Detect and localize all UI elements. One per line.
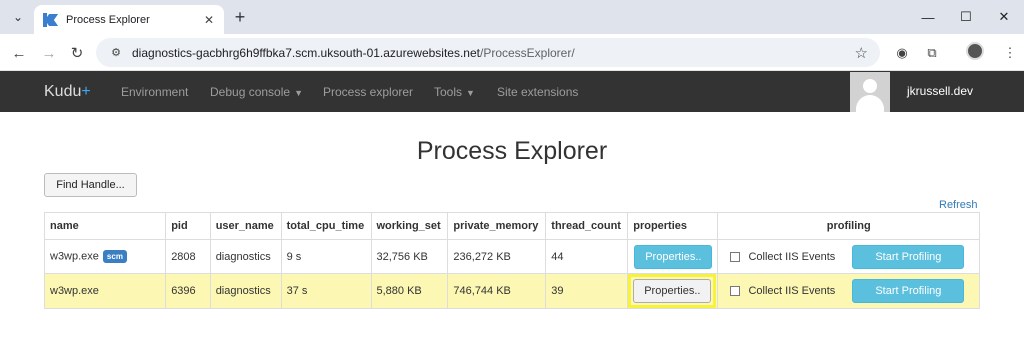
column-header: thread_count xyxy=(545,212,629,240)
page-title: Process Explorer xyxy=(416,137,608,165)
thread-count-cell: 44 xyxy=(545,239,629,274)
browser-tab[interactable]: Process Explorer ✕ xyxy=(34,5,224,34)
forward-icon[interactable]: → xyxy=(38,42,60,64)
bookmark-star-icon[interactable]: ☆ xyxy=(855,44,868,62)
nav-tools[interactable]: Tools ▼ xyxy=(434,85,475,99)
browser-tab-strip: ⌄ Process Explorer ✕ + — ☐ ✕ xyxy=(0,0,1024,34)
thread-count-cell: 39 xyxy=(545,273,629,309)
user-name-cell: diagnostics xyxy=(209,239,282,274)
camera-icon[interactable]: ◉ xyxy=(892,43,912,63)
properties-button[interactable]: Properties.. xyxy=(634,244,713,269)
site-info-icon[interactable]: ⚙ xyxy=(108,45,124,61)
close-tab-icon[interactable]: ✕ xyxy=(200,11,218,29)
scm-badge: scm xyxy=(102,250,127,263)
maximize-icon[interactable]: ☐ xyxy=(953,6,979,28)
tab-search-chevron-icon[interactable]: ⌄ xyxy=(6,6,30,28)
collect-iis-events-label: Collect IIS Events xyxy=(748,250,836,263)
user-name-cell: diagnostics xyxy=(209,273,282,309)
user-avatar xyxy=(850,72,890,112)
process-table: name pid user_name total_cpu_time workin… xyxy=(43,212,980,309)
collect-iis-events-checkbox[interactable] xyxy=(730,286,741,297)
collect-iis-events-checkbox[interactable] xyxy=(730,251,741,262)
table-row: w3wp.exe 6396 diagnostics 37 s 5,880 KB … xyxy=(43,273,980,309)
close-window-icon[interactable]: ✕ xyxy=(991,6,1017,28)
nav-environment[interactable]: Environment xyxy=(121,85,188,99)
table-row: w3wp.exe scm 2808 diagnostics 9 s 32,756 … xyxy=(43,239,980,274)
properties-cell: Properties.. xyxy=(627,273,719,309)
menu-dots-icon[interactable]: ⋮ xyxy=(1000,43,1020,63)
browser-profile-icon[interactable] xyxy=(966,42,984,60)
working-set-cell: 32,756 KB xyxy=(370,239,449,274)
url-text: diagnostics-gacbhrg6h9ffbka7.scm.uksouth… xyxy=(132,45,575,60)
extensions-icon[interactable]: ⧉ xyxy=(922,43,942,63)
back-icon[interactable]: ← xyxy=(8,42,30,64)
kudu-favicon-icon xyxy=(42,12,59,27)
user-name[interactable]: jkrussell.dev xyxy=(907,84,973,98)
properties-cell: Properties.. xyxy=(627,239,719,274)
profiling-cell: Collect IIS Events Start Profiling xyxy=(717,273,980,309)
column-header: working_set xyxy=(370,212,449,240)
column-header: properties xyxy=(627,212,719,240)
column-header: profiling xyxy=(717,212,980,240)
process-name-cell: w3wp.exe xyxy=(43,273,167,309)
nav-process-explorer[interactable]: Process explorer xyxy=(323,85,413,99)
private-memory-cell: 236,272 KB xyxy=(447,239,547,274)
reload-icon[interactable]: ↻ xyxy=(66,42,88,64)
working-set-cell: 5,880 KB xyxy=(370,273,449,309)
new-tab-icon[interactable]: + xyxy=(230,7,250,27)
caret-down-icon: ▼ xyxy=(466,88,475,98)
nav-site-extensions[interactable]: Site extensions xyxy=(497,85,578,99)
profiling-cell: Collect IIS Events Start Profiling xyxy=(717,239,980,274)
process-name-cell: w3wp.exe scm xyxy=(43,239,167,274)
tab-title: Process Explorer xyxy=(66,13,150,26)
browser-toolbar: ← → ↻ ⚙ diagnostics-gacbhrg6h9ffbka7.scm… xyxy=(0,34,1024,71)
cpu-time-cell: 9 s xyxy=(280,239,372,274)
minimize-icon[interactable]: — xyxy=(915,6,941,28)
pid-cell: 6396 xyxy=(165,273,211,309)
refresh-link[interactable]: Refresh xyxy=(939,199,978,211)
address-bar[interactable]: ⚙ diagnostics-gacbhrg6h9ffbka7.scm.uksou… xyxy=(96,38,880,67)
column-header: user_name xyxy=(209,212,282,240)
properties-button[interactable]: Properties.. xyxy=(633,279,712,303)
column-header: total_cpu_time xyxy=(280,212,372,240)
start-profiling-button[interactable]: Start Profiling xyxy=(852,244,965,269)
column-header: pid xyxy=(165,212,211,240)
pid-cell: 2808 xyxy=(165,239,211,274)
start-profiling-button[interactable]: Start Profiling xyxy=(852,279,965,303)
caret-down-icon: ▼ xyxy=(294,88,303,98)
cpu-time-cell: 37 s xyxy=(280,273,372,309)
nav-debug-console[interactable]: Debug console ▼ xyxy=(210,85,303,99)
column-header: name xyxy=(43,212,167,240)
callout-highlight: Properties.. xyxy=(628,274,717,308)
kudu-brand[interactable]: Kudu+ xyxy=(44,83,91,101)
table-header-row: name pid user_name total_cpu_time workin… xyxy=(43,212,980,240)
find-handle-button[interactable]: Find Handle... xyxy=(44,173,137,197)
collect-iis-events-label: Collect IIS Events xyxy=(748,285,836,298)
column-header: private_memory xyxy=(447,212,547,240)
private-memory-cell: 746,744 KB xyxy=(447,273,547,309)
